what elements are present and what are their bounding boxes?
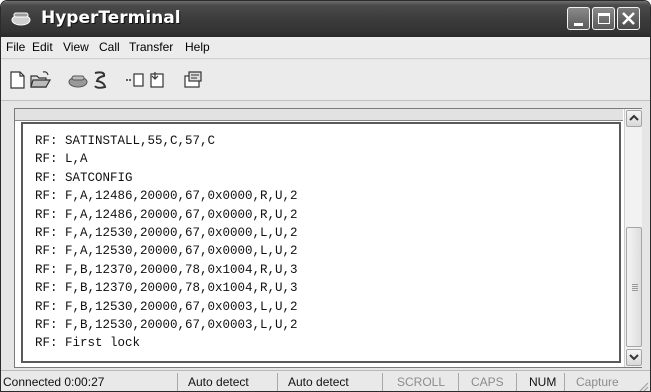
chevron-down-icon [629,354,639,361]
maximize-button[interactable] [592,7,615,30]
status-caps: CAPS [458,373,516,391]
status-detect-2: Auto detect [277,373,382,391]
terminal-top-strip [15,109,623,121]
minimize-button[interactable] [567,7,590,30]
receive-icon[interactable] [147,70,169,90]
scroll-thumb[interactable] [626,227,642,347]
minimize-icon [574,23,583,26]
terminal-line: RF: F,A,12486,20000,67,0x0000,R,U,2 [35,189,298,204]
terminal-line: RF: F,B,12530,20000,67,0x0003,L,U,2 [35,299,298,314]
terminal-line: RF: L,A [35,152,88,167]
terminal-output[interactable]: RF: SATINSTALL,55,C,57,C RF: L,A RF: SAT… [35,132,298,353]
menu-transfer[interactable]: Transfer [129,40,173,54]
status-scroll: SCROLL [382,373,458,391]
menu-edit[interactable]: Edit [32,40,53,54]
send-icon[interactable] [124,70,146,90]
menu-bar: File Edit View Call Transfer Help [1,37,650,59]
terminal-line: RF: F,A,12530,20000,67,0x0000,L,U,2 [35,244,298,259]
window-title: HyperTerminal [41,8,181,28]
grip-line [632,284,638,285]
properties-icon[interactable] [182,70,204,90]
terminal-line: RF: SATINSTALL,55,C,57,C [35,134,216,148]
terminal-line: RF: F,B,12530,20000,67,0x0003,L,U,2 [35,317,298,332]
grip-line [632,290,638,291]
toolbar [1,60,650,101]
close-icon [622,12,635,25]
menu-view[interactable]: View [63,40,89,54]
open-folder-icon[interactable] [29,70,51,90]
terminal-panel[interactable]: RF: SATINSTALL,55,C,57,C RF: L,A RF: SAT… [14,108,642,368]
title-bar[interactable]: HyperTerminal [1,1,650,37]
new-document-icon[interactable] [7,70,29,90]
status-bar: Connected 0:00:27 Auto detect Auto detec… [1,370,650,392]
terminal-line: RF: F,B,12370,20000,78,0x1004,R,U,3 [35,281,298,296]
terminal-line: RF: SATCONFIG [35,170,133,185]
resize-grip-icon[interactable] [637,380,649,392]
status-detect-1: Auto detect [177,373,277,391]
status-num: NUM [516,373,564,391]
menu-call[interactable]: Call [99,40,120,54]
grip-line [632,288,638,289]
terminal-line: RF: F,A,12486,20000,67,0x0000,R,U,2 [35,207,298,222]
terminal-line: RF: First lock [35,336,141,351]
menu-file[interactable]: File [6,40,25,54]
scroll-down-button[interactable] [626,349,642,366]
maximize-icon [598,13,610,24]
terminal-line: RF: F,B,12370,20000,78,0x1004,R,U,3 [35,262,298,277]
phone-connect-icon[interactable] [67,70,89,90]
scroll-up-button[interactable] [626,110,642,127]
chevron-up-icon [629,114,639,121]
status-connection: Connected 0:00:27 [3,375,105,389]
terminal-line: RF: F,A,12530,20000,67,0x0000,L,U,2 [35,225,298,240]
grip-line [632,286,638,287]
vertical-scrollbar[interactable] [624,109,642,367]
hyperterminal-window: HyperTerminal File Edit View Call Transf… [0,0,651,392]
phone-disconnect-icon[interactable] [89,70,111,90]
menu-help[interactable]: Help [185,40,210,54]
close-button[interactable] [617,7,640,30]
app-phone-icon[interactable] [10,9,32,27]
